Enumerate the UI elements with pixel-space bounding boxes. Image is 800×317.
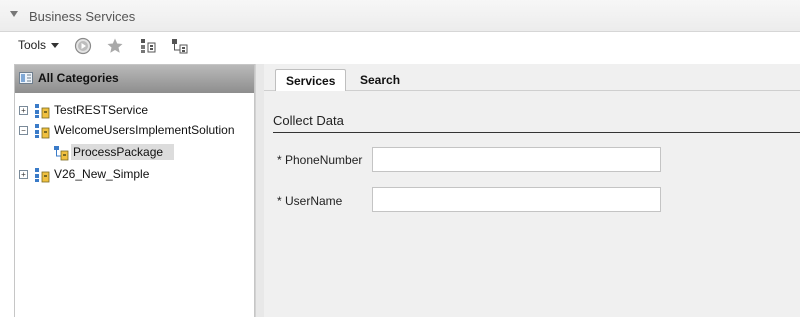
content-panel: Services Search Collect Data * PhoneNumb…	[264, 64, 800, 317]
tools-menu-label: Tools	[18, 38, 47, 52]
tree-node-label: WelcomeUsersImplementSolution	[54, 123, 235, 137]
section-divider	[273, 132, 800, 133]
panel-splitter[interactable]	[255, 64, 264, 317]
categories-panel: All Categories + TestRESTService − Welco…	[14, 64, 255, 317]
tree-node-label: ProcessPackage	[71, 144, 175, 160]
play-circle-icon[interactable]	[74, 37, 92, 55]
tree-node-testrestservice[interactable]: + TestRESTService	[19, 102, 249, 119]
expand-plus-icon[interactable]: +	[19, 106, 28, 115]
service-node-icon	[35, 124, 50, 139]
service-node-icon	[35, 168, 50, 183]
tree-node-label: V26_New_Simple	[54, 167, 150, 181]
panel-title: Business Services	[29, 9, 136, 24]
categories-title: All Categories	[38, 71, 119, 85]
section-title: Collect Data	[273, 113, 344, 128]
chevron-down-icon	[51, 43, 60, 49]
phone-number-input[interactable]	[372, 147, 661, 172]
service-hierarchy-icon[interactable]	[171, 37, 189, 55]
tree-node-label: TestRESTService	[54, 103, 149, 117]
collapse-minus-icon[interactable]: −	[19, 126, 28, 135]
categories-icon	[19, 72, 33, 84]
service-node-icon	[35, 104, 50, 119]
service-tree-icon[interactable]	[139, 37, 157, 55]
collapse-triangle-icon[interactable]	[10, 11, 18, 17]
star-icon[interactable]	[106, 37, 124, 55]
tree-node-welcomeusersimplementsolution[interactable]: − WelcomeUsersImplementSolution	[19, 122, 249, 139]
tree-node-processpackage[interactable]: ProcessPackage	[53, 144, 203, 161]
categories-header[interactable]: All Categories	[15, 65, 254, 93]
tab-services[interactable]: Services	[275, 69, 347, 91]
username-label: * UserName	[277, 194, 343, 208]
package-node-icon	[54, 146, 69, 161]
username-input[interactable]	[372, 187, 661, 212]
toolbar: Tools	[0, 32, 800, 62]
tools-menu-button[interactable]: Tools	[18, 38, 60, 52]
expand-plus-icon[interactable]: +	[19, 170, 28, 179]
panel-header[interactable]: Business Services	[0, 0, 800, 32]
phone-number-label: * PhoneNumber	[277, 153, 363, 167]
tab-search[interactable]: Search	[350, 69, 410, 91]
tree-node-v26-new-simple[interactable]: + V26_New_Simple	[19, 166, 249, 183]
